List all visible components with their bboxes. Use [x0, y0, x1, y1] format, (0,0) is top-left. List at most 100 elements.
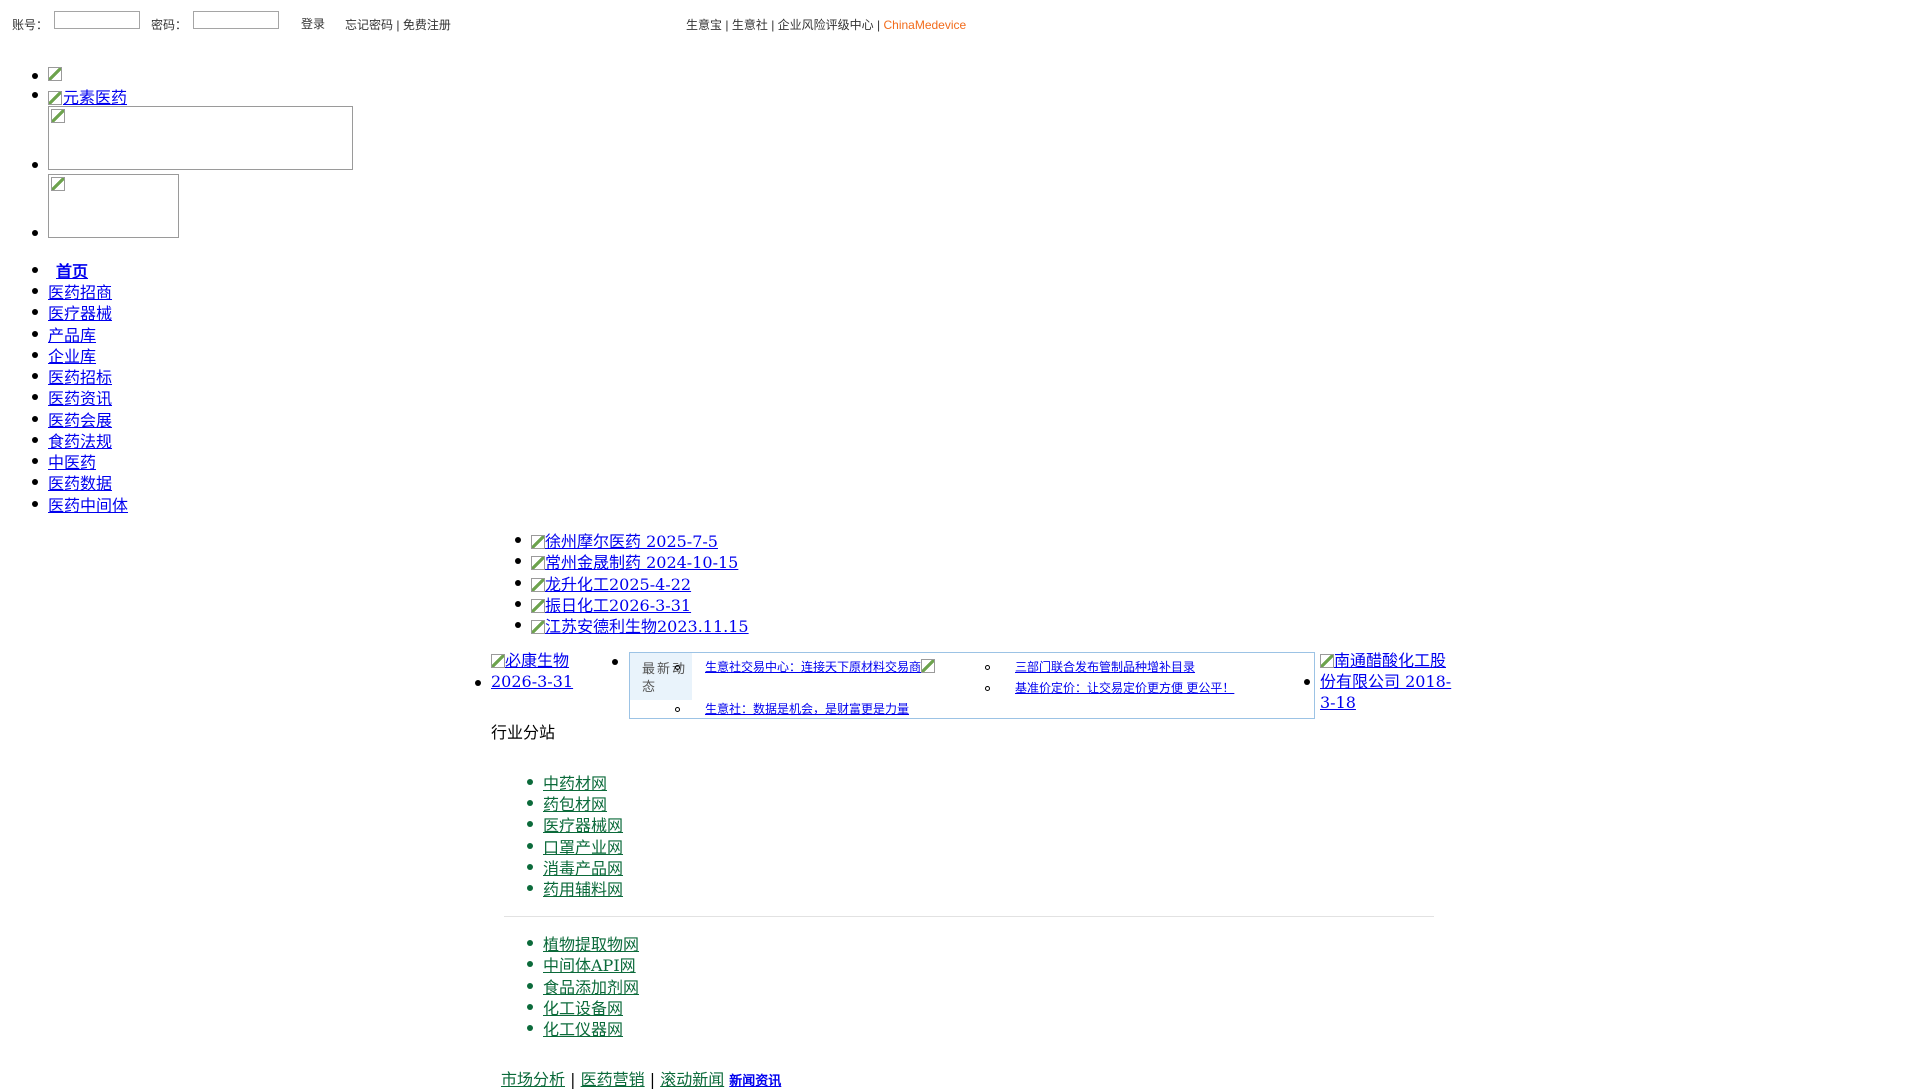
partner-links: 生意宝 | 生意社 | 企业风险评级中心 | ChinaMedevice: [686, 16, 966, 33]
brand-link-chinamedevice[interactable]: ChinaMedevice: [883, 18, 966, 32]
header-image: [48, 64, 63, 83]
list-bullet: [527, 864, 533, 870]
forgot-password-link[interactable]: 忘记密码: [345, 18, 393, 32]
list-bullet: [527, 961, 533, 967]
broken-image-icon: [531, 535, 545, 549]
divider: [504, 916, 1434, 917]
list-bullet: [32, 267, 38, 273]
news-item-link[interactable]: 基准价定价：让交易定价更方便 更公平！: [1015, 681, 1234, 695]
account-input[interactable]: [54, 11, 140, 29]
list-bullet: [612, 659, 618, 665]
list-bullet: [675, 707, 680, 712]
list-bullet: [32, 331, 38, 337]
list-bullet: [515, 558, 521, 564]
nav-item-data[interactable]: 医药数据: [48, 470, 112, 494]
broken-image-icon: [1320, 654, 1334, 668]
broken-image-icon: [531, 556, 545, 570]
broken-image-icon: [491, 654, 505, 668]
list-bullet: [32, 92, 38, 98]
right-ad-link[interactable]: 南通醋酸化工股份有限公司 2018-3-18: [1320, 650, 1452, 713]
broken-image-icon: [531, 578, 545, 592]
list-bullet: [527, 940, 533, 946]
list-bullet: [32, 230, 38, 236]
account-label: 账号：: [12, 18, 49, 32]
list-bullet: [527, 800, 533, 806]
list-bullet: [527, 1025, 533, 1031]
ad-link[interactable]: 常州金晟制药 2024-10-15: [531, 549, 738, 573]
list-bullet: [32, 394, 38, 400]
list-bullet: [515, 601, 521, 607]
separator: |: [771, 18, 775, 32]
partner-link-shengyishe[interactable]: 生意社: [732, 18, 768, 32]
industry-link[interactable]: 中间体API网: [543, 952, 636, 976]
broken-image-icon: [48, 67, 62, 81]
list-bullet: [32, 162, 38, 168]
separator: |: [725, 18, 729, 32]
industry-link[interactable]: 医疗器械网: [543, 812, 623, 836]
login-button[interactable]: 登录: [301, 15, 325, 32]
partner-link-shengyibao[interactable]: 生意宝: [686, 18, 722, 32]
list-bullet: [675, 665, 680, 670]
list-bullet: [475, 680, 481, 686]
broken-image-icon: [921, 659, 936, 673]
list-bullet: [32, 288, 38, 294]
broken-image-icon: [51, 177, 65, 191]
industry-link[interactable]: 药用辅料网: [543, 876, 623, 900]
news-item[interactable]: 生意社：数据是机会，是财富更是力量: [705, 700, 909, 718]
news-item-link[interactable]: 生意社：数据是机会，是财富更是力量: [705, 702, 909, 716]
list-bullet: [32, 437, 38, 443]
nav-item-news[interactable]: 医药资讯: [48, 385, 112, 409]
nav-item-intermediates[interactable]: 医药中间体: [48, 492, 128, 516]
list-bullet: [32, 373, 38, 379]
list-bullet: [32, 309, 38, 315]
news-item-link[interactable]: 三部门联合发布管制品种增补目录: [1015, 660, 1195, 674]
news-item-link[interactable]: 生意社交易中心：连接天下原材料交易商: [705, 660, 921, 674]
news-item[interactable]: 三部门联合发布管制品种增补目录: [1015, 658, 1195, 676]
list-bullet: [32, 458, 38, 464]
ad-link-text: 常州金晟制药 2024-10-15: [545, 553, 739, 572]
list-bullet: [527, 885, 533, 891]
list-bullet: [515, 537, 521, 543]
separator: |: [396, 18, 400, 32]
broken-image-icon: [531, 599, 545, 613]
list-bullet: [1304, 679, 1310, 685]
nav-item-devices[interactable]: 医疗器械: [48, 300, 112, 324]
logo-alt-text: 元素医药: [63, 88, 128, 107]
logo-link[interactable]: 元素医药: [48, 84, 127, 108]
broken-image-icon: [51, 109, 65, 123]
partner-link-risk-center[interactable]: 企业风险评级中心: [778, 18, 874, 32]
news-item[interactable]: 基准价定价：让交易定价更方便 更公平！: [1015, 679, 1234, 697]
top-bar: 账号： 密码： 登录 忘记密码 | 免费注册 生意宝 | 生意社 | 企业风险评…: [0, 0, 1920, 44]
industry-title: 行业分站: [491, 723, 556, 742]
password-input[interactable]: [193, 11, 279, 29]
separator: |: [877, 18, 881, 32]
broken-image-icon: [531, 620, 545, 634]
list-bullet: [32, 416, 38, 422]
news-heading: 最新动态: [630, 653, 692, 700]
list-bullet: [32, 479, 38, 485]
list-bullet: [985, 686, 990, 691]
list-bullet: [527, 1004, 533, 1010]
news-item[interactable]: 生意社交易中心：连接天下原材料交易商: [705, 658, 936, 676]
header-small-image[interactable]: [48, 174, 179, 238]
header-banner-image[interactable]: [48, 106, 353, 170]
left-ad-link[interactable]: 必康生物2026-3-31: [491, 650, 611, 692]
list-bullet: [527, 983, 533, 989]
tab-news-info[interactable]: 新闻资讯: [729, 1073, 781, 1088]
ad-link[interactable]: 江苏安德利生物2023.11.15: [531, 613, 749, 637]
latest-news-box: 最新动态 生意社交易中心：连接天下原材料交易商 三部门联合发布管制品种增补目录 …: [629, 652, 1315, 719]
news-tabs: 市场分析 | 医药营销 | 滚动新闻 新闻资讯: [501, 1066, 781, 1090]
right-ad-text: 南通醋酸化工股份有限公司 2018-3-18: [1320, 651, 1452, 712]
industry-link[interactable]: 化工仪器网: [543, 1016, 623, 1040]
list-bullet: [985, 665, 990, 670]
register-link[interactable]: 免费注册: [403, 18, 451, 32]
list-bullet: [32, 501, 38, 507]
list-bullet: [527, 843, 533, 849]
list-bullet: [515, 622, 521, 628]
list-bullet: [527, 821, 533, 827]
list-bullet: [527, 779, 533, 785]
broken-image-icon: [48, 88, 63, 107]
account-links: 忘记密码 | 免费注册: [345, 16, 451, 33]
ad-link-text: 江苏安德利生物2023.11.15: [545, 617, 749, 636]
list-bullet: [515, 580, 521, 586]
